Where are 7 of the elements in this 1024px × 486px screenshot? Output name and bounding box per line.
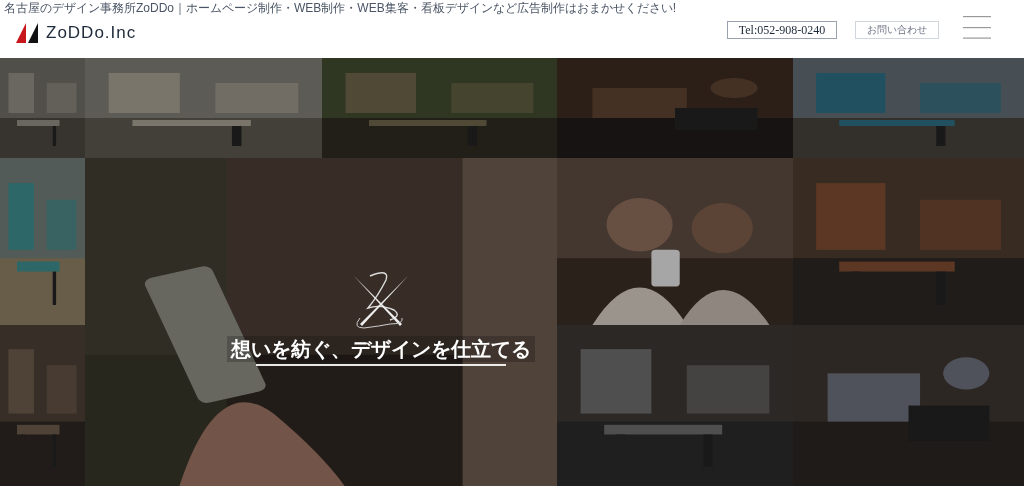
logo-text: ZoDDo.Inc bbox=[46, 22, 137, 44]
menu-icon[interactable] bbox=[963, 16, 991, 39]
logo-icon bbox=[16, 22, 38, 43]
contact-button[interactable]: お問い合わせ bbox=[855, 21, 939, 39]
tagline: 名古屋のデザイン事務所ZoDDo｜ホームページ制作・WEB制作・WEB集客・看板デザインなど広告制作はおまかせください! bbox=[4, 1, 676, 15]
hero-caption: 想いを紡ぐ、デザインを仕立てる bbox=[227, 336, 535, 362]
phone-button[interactable]: Tel:052-908-0240 bbox=[727, 21, 837, 39]
